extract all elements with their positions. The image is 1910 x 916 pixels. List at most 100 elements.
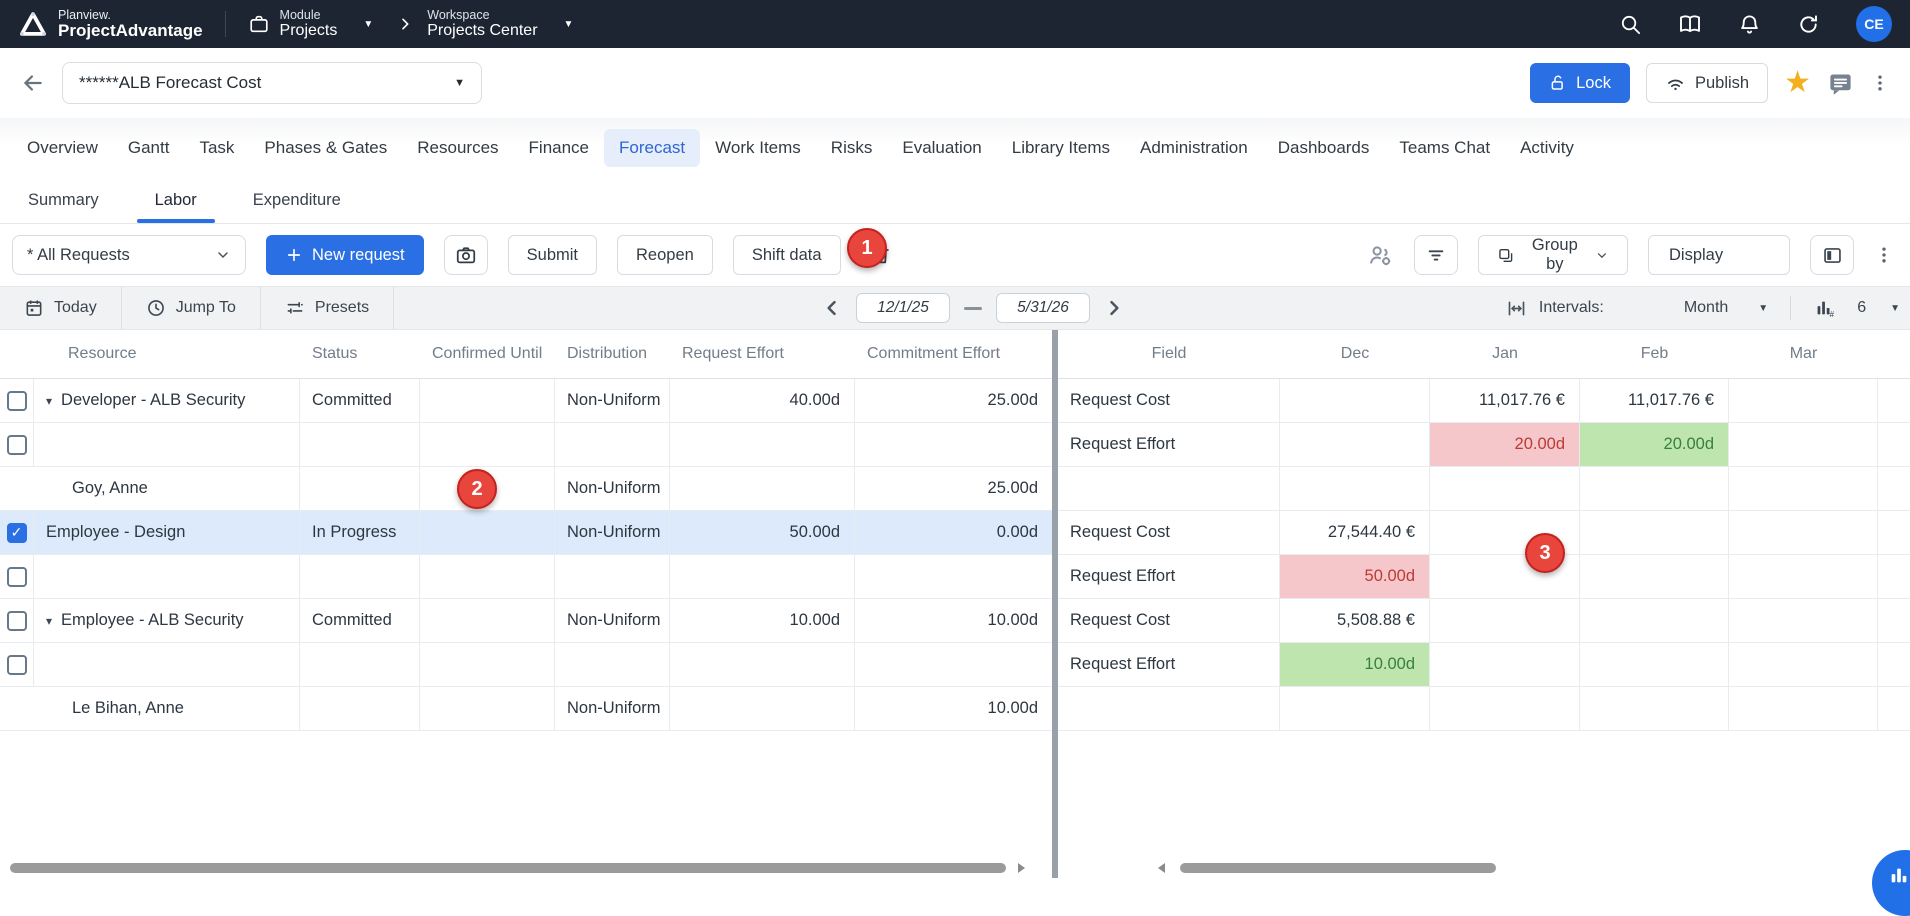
subtab-labor[interactable]: Labor — [127, 177, 225, 223]
distribution-cell[interactable]: Non-Uniform — [555, 379, 670, 422]
subtab-summary[interactable]: Summary — [0, 177, 127, 223]
col-header-jan[interactable]: Jan — [1430, 330, 1580, 378]
value-cell-dec[interactable]: 27,544.40 € — [1280, 511, 1430, 554]
collapse-caret-icon[interactable]: ▾ — [46, 614, 52, 628]
workspace-selector[interactable]: Workspace Projects Center ▼ — [427, 9, 583, 40]
resource-name[interactable]: Goy, Anne — [0, 467, 300, 510]
more-options-kebab-icon[interactable] — [1874, 243, 1894, 267]
filter-button[interactable] — [1414, 235, 1458, 275]
requests-filter-dropdown[interactable]: * All Requests — [12, 235, 246, 275]
resource-name[interactable]: Employee - Design — [34, 511, 300, 554]
commitment-effort-cell[interactable]: 10.00d — [855, 599, 1052, 642]
jump-to-button[interactable]: Jump To — [122, 287, 261, 329]
col-header-dec[interactable]: Dec — [1280, 330, 1430, 378]
notifications-bell-icon[interactable] — [1738, 13, 1761, 36]
new-request-button[interactable]: New request — [266, 235, 424, 275]
start-date-input[interactable]: 12/1/25 — [856, 293, 950, 323]
col-header-confirmed-until[interactable]: Confirmed Until — [420, 330, 555, 378]
value-cell-dec-ok[interactable]: 10.00d — [1280, 643, 1430, 686]
table-row[interactable]: Le Bihan, Anne Non-Uniform 10.00d — [0, 687, 1052, 731]
collapse-panel-button[interactable] — [1810, 235, 1854, 275]
row-checkbox[interactable] — [7, 611, 27, 631]
interval-count-dropdown[interactable]: 6 — [1857, 299, 1866, 317]
table-row[interactable]: ▾Employee - ALB Security Committed Non-U… — [0, 599, 1052, 643]
value-cell-jan[interactable] — [1430, 599, 1580, 642]
col-header-commitment-effort[interactable]: Commitment Effort — [855, 330, 1052, 378]
interval-row[interactable]: Request Effort 50.00d — [1058, 555, 1910, 599]
row-checkbox[interactable] — [7, 391, 27, 411]
col-header-feb[interactable]: Feb — [1580, 330, 1729, 378]
row-checkbox-checked[interactable]: ✓ — [7, 523, 27, 543]
group-by-dropdown[interactable]: Group by — [1478, 235, 1628, 275]
library-book-icon[interactable] — [1678, 12, 1702, 36]
tab-evaluation[interactable]: Evaluation — [887, 129, 996, 167]
value-cell-jan[interactable] — [1430, 643, 1580, 686]
table-row[interactable] — [0, 643, 1052, 687]
refresh-icon[interactable] — [1797, 13, 1820, 36]
commitment-effort-cell[interactable]: 0.00d — [855, 511, 1052, 554]
table-row[interactable]: Goy, Anne Non-Uniform 25.00d — [0, 467, 1052, 511]
snapshot-camera-button[interactable] — [444, 235, 488, 275]
value-cell-mar[interactable] — [1729, 511, 1878, 554]
status-cell[interactable]: Committed — [300, 379, 420, 422]
chevron-down-icon[interactable]: ▼ — [1758, 303, 1768, 314]
reopen-button[interactable]: Reopen — [617, 235, 713, 275]
distribution-cell[interactable]: Non-Uniform — [555, 599, 670, 642]
col-header-status[interactable]: Status — [300, 330, 420, 378]
comments-icon[interactable] — [1827, 70, 1854, 97]
search-icon[interactable] — [1619, 13, 1642, 36]
module-selector[interactable]: Module Projects ▼ — [248, 9, 384, 40]
scroll-right-arrow-icon[interactable] — [1018, 863, 1025, 873]
tab-forecast[interactable]: Forecast — [604, 129, 700, 167]
distribution-cell[interactable]: Non-Uniform — [555, 511, 670, 554]
value-cell-mar[interactable] — [1729, 643, 1878, 686]
value-cell-mar[interactable] — [1729, 555, 1878, 598]
row-checkbox[interactable] — [7, 567, 27, 587]
right-horizontal-scrollbar[interactable] — [1180, 863, 1496, 873]
tab-work-items[interactable]: Work Items — [700, 129, 816, 167]
interval-row[interactable]: Request Cost 5,508.88 € — [1058, 599, 1910, 643]
tab-dashboards[interactable]: Dashboards — [1263, 129, 1385, 167]
interval-row[interactable] — [1058, 467, 1910, 511]
interval-row[interactable]: Request Cost 27,544.40 € — [1058, 511, 1910, 555]
confirmed-until-cell[interactable] — [420, 379, 555, 422]
value-cell-jan[interactable]: 11,017.76 € — [1430, 379, 1580, 422]
tab-teams-chat[interactable]: Teams Chat — [1384, 129, 1505, 167]
table-row[interactable] — [0, 423, 1052, 467]
project-title-dropdown[interactable]: ******ALB Forecast Cost ▼ — [62, 62, 482, 104]
interval-row[interactable]: Request Cost 11,017.76 € 11,017.76 € — [1058, 379, 1910, 423]
table-row[interactable]: ▾Developer - ALB Security Committed Non-… — [0, 379, 1052, 423]
subtab-expenditure[interactable]: Expenditure — [225, 177, 369, 223]
chevron-down-icon[interactable]: ▼ — [1890, 303, 1900, 314]
request-effort-cell[interactable]: 50.00d — [670, 511, 855, 554]
tab-administration[interactable]: Administration — [1125, 129, 1263, 167]
value-cell-mar[interactable] — [1729, 423, 1878, 466]
request-effort-cell[interactable]: 40.00d — [670, 379, 855, 422]
left-horizontal-scrollbar[interactable] — [10, 863, 1006, 873]
value-cell-feb[interactable]: 11,017.76 € — [1580, 379, 1729, 422]
next-interval-chevron[interactable] — [1104, 298, 1124, 318]
resource-name[interactable]: Le Bihan, Anne — [0, 687, 300, 730]
collapse-caret-icon[interactable]: ▾ — [46, 394, 52, 408]
distribution-cell[interactable]: Non-Uniform — [555, 467, 670, 510]
today-button[interactable]: Today — [0, 287, 122, 329]
col-header-distribution[interactable]: Distribution — [555, 330, 670, 378]
value-cell-jan-overallocated[interactable]: 20.00d — [1430, 423, 1580, 466]
interval-row[interactable]: Request Effort 10.00d — [1058, 643, 1910, 687]
interval-unit-dropdown[interactable]: Month — [1684, 299, 1728, 317]
tab-resources[interactable]: Resources — [402, 129, 513, 167]
value-cell-dec[interactable]: 5,508.88 € — [1280, 599, 1430, 642]
col-header-field[interactable]: Field — [1058, 330, 1280, 378]
panel-splitter[interactable] — [1052, 330, 1058, 878]
more-options-kebab-icon[interactable] — [1870, 71, 1890, 95]
tab-gantt[interactable]: Gantt — [113, 129, 185, 167]
tab-activity[interactable]: Activity — [1505, 129, 1589, 167]
value-cell-feb[interactable] — [1580, 599, 1729, 642]
col-header-resource[interactable]: Resource — [34, 330, 300, 378]
planview-logo[interactable]: Planview. ProjectAdvantage — [18, 9, 203, 40]
col-header-mar[interactable]: Mar — [1729, 330, 1878, 378]
value-cell-feb-ok[interactable]: 20.00d — [1580, 423, 1729, 466]
table-row-selected[interactable]: ✓ Employee - Design In Progress Non-Unif… — [0, 511, 1052, 555]
commitment-effort-cell[interactable]: 10.00d — [855, 687, 1052, 730]
end-date-input[interactable]: 5/31/26 — [996, 293, 1090, 323]
